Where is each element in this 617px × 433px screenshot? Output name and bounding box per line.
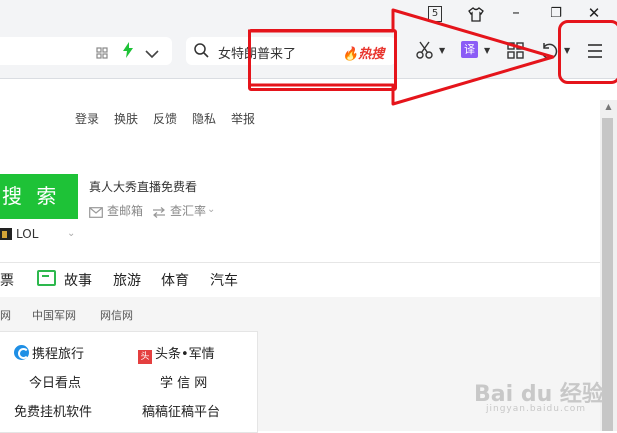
annotation-arrow: [248, 8, 555, 106]
watermark-url: jingyan.baidu.com: [486, 404, 587, 414]
